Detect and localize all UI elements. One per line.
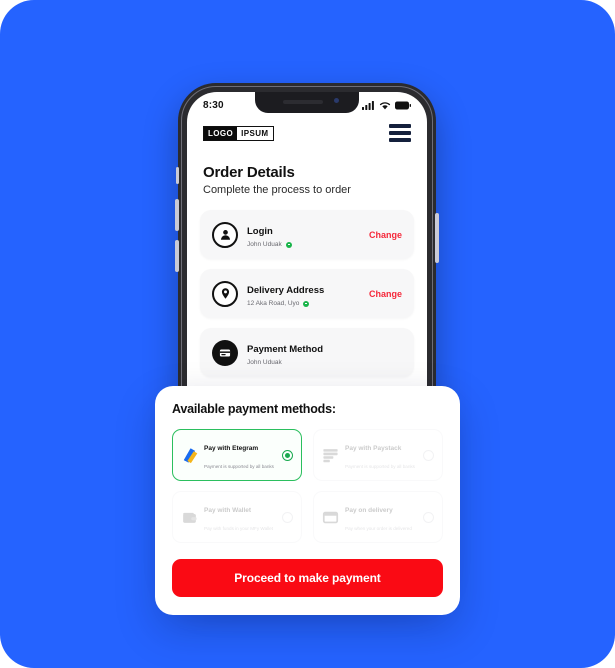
wallet-icon <box>183 512 197 523</box>
order-item-value: John Uduak <box>247 241 282 248</box>
app-header: LOGO IPSUM <box>187 118 427 142</box>
payment-option-radio[interactable] <box>423 511 434 523</box>
payment-option-etegram[interactable]: Pay with Etegram Payment is supported by… <box>172 429 302 481</box>
order-item-title: Payment Method <box>247 344 324 355</box>
page-heading-block: Order Details Complete the process to or… <box>187 142 427 196</box>
payment-option-name: Pay with Etegram <box>204 445 259 452</box>
user-icon <box>212 221 238 248</box>
payment-methods-sheet: Available payment methods: Pay with Eteg… <box>155 386 460 615</box>
payment-option-name: Pay with Wallet <box>204 507 252 514</box>
payment-option-description: Pay when your order is delivered <box>345 526 412 531</box>
package-box-icon <box>322 511 339 523</box>
hamburger-bar <box>389 138 411 142</box>
hamburger-bar <box>389 131 411 135</box>
logo-text-primary: LOGO <box>204 126 238 140</box>
proceed-to-payment-button[interactable]: Proceed to make payment <box>172 559 443 597</box>
hamburger-bar <box>389 124 411 128</box>
order-item-login[interactable]: Login John Uduak Change <box>200 210 414 259</box>
wifi-icon <box>379 101 391 109</box>
battery-icon <box>395 101 411 109</box>
order-item-delivery-address[interactable]: Delivery Address 12 Aka Road, Uyo Change <box>200 269 414 318</box>
page-title: Order Details <box>203 164 295 181</box>
hamburger-menu-icon[interactable] <box>389 124 411 142</box>
page-subtitle: Complete the process to order <box>203 184 351 196</box>
payment-option-text: Pay with Etegram Payment is supported by… <box>204 437 278 473</box>
payment-option-text: Pay on delivery Pay when your order is d… <box>345 499 419 535</box>
order-item-subrow: John Uduak <box>247 359 402 366</box>
payment-option-radio[interactable] <box>282 449 293 461</box>
phone-volume-down-button[interactable] <box>175 240 179 272</box>
status-bar: 8:30 <box>187 92 427 118</box>
logo-text-secondary: IPSUM <box>237 126 273 140</box>
payment-option-description: Payment is supported by all banks <box>345 464 415 469</box>
location-pin-icon <box>212 280 238 307</box>
payment-methods-grid: Pay with Etegram Payment is supported by… <box>172 429 443 543</box>
status-bar-icons <box>362 100 411 110</box>
brand-logo: LOGO IPSUM <box>203 125 274 141</box>
change-address-button[interactable]: Change <box>363 289 402 299</box>
order-item-value: John Uduak <box>247 359 282 366</box>
payment-option-text: Pay with Paystack Payment is supported b… <box>345 437 419 473</box>
order-item-title: Delivery Address <box>247 285 325 296</box>
etegram-logo-icon <box>183 447 198 463</box>
sheet-title: Available payment methods: <box>172 402 336 416</box>
payment-option-wallet[interactable]: Pay with Wallet Pay with funds in your M… <box>172 491 302 543</box>
cellular-signal-icon <box>362 100 374 110</box>
phone-silent-switch[interactable] <box>176 167 179 184</box>
order-item-value: 12 Aka Road, Uyo <box>247 300 300 307</box>
order-item-text: Delivery Address 12 Aka Road, Uyo <box>247 280 363 307</box>
payment-option-text: Pay with Wallet Pay with funds in your M… <box>204 499 278 535</box>
status-bar-time: 8:30 <box>203 99 224 111</box>
payment-option-radio[interactable] <box>423 449 434 461</box>
order-item-subrow: 12 Aka Road, Uyo <box>247 300 363 307</box>
phone-volume-up-button[interactable] <box>175 199 179 231</box>
order-item-subrow: John Uduak <box>247 241 363 248</box>
payment-option-radio[interactable] <box>282 511 293 523</box>
order-item-payment-method[interactable]: Payment Method John Uduak <box>200 328 414 377</box>
payment-option-name: Pay on delivery <box>345 507 393 514</box>
order-item-title: Login <box>247 226 273 237</box>
payment-option-description: Payment is supported by all banks <box>204 464 274 469</box>
payment-option-paystack[interactable]: Pay with Paystack Payment is supported b… <box>313 429 443 481</box>
payment-option-description: Pay with funds in your MFy Wallet <box>204 526 274 531</box>
phone-power-button[interactable] <box>435 213 439 263</box>
payment-option-name: Pay with Paystack <box>345 445 402 452</box>
order-item-text: Payment Method John Uduak <box>247 339 402 366</box>
paystack-logo-icon <box>323 448 338 462</box>
payment-option-pay-on-delivery[interactable]: Pay on delivery Pay when your order is d… <box>313 491 443 543</box>
screenshot-root: 8:30 LOGO IPSUM Order Details Complete t… <box>0 0 615 668</box>
verified-check-icon <box>285 241 292 248</box>
order-details-list: Login John Uduak Change Delivery Address… <box>187 196 427 377</box>
credit-card-icon <box>212 339 238 366</box>
change-login-button[interactable]: Change <box>363 230 402 240</box>
verified-check-icon <box>303 300 310 307</box>
order-item-text: Login John Uduak <box>247 221 363 248</box>
